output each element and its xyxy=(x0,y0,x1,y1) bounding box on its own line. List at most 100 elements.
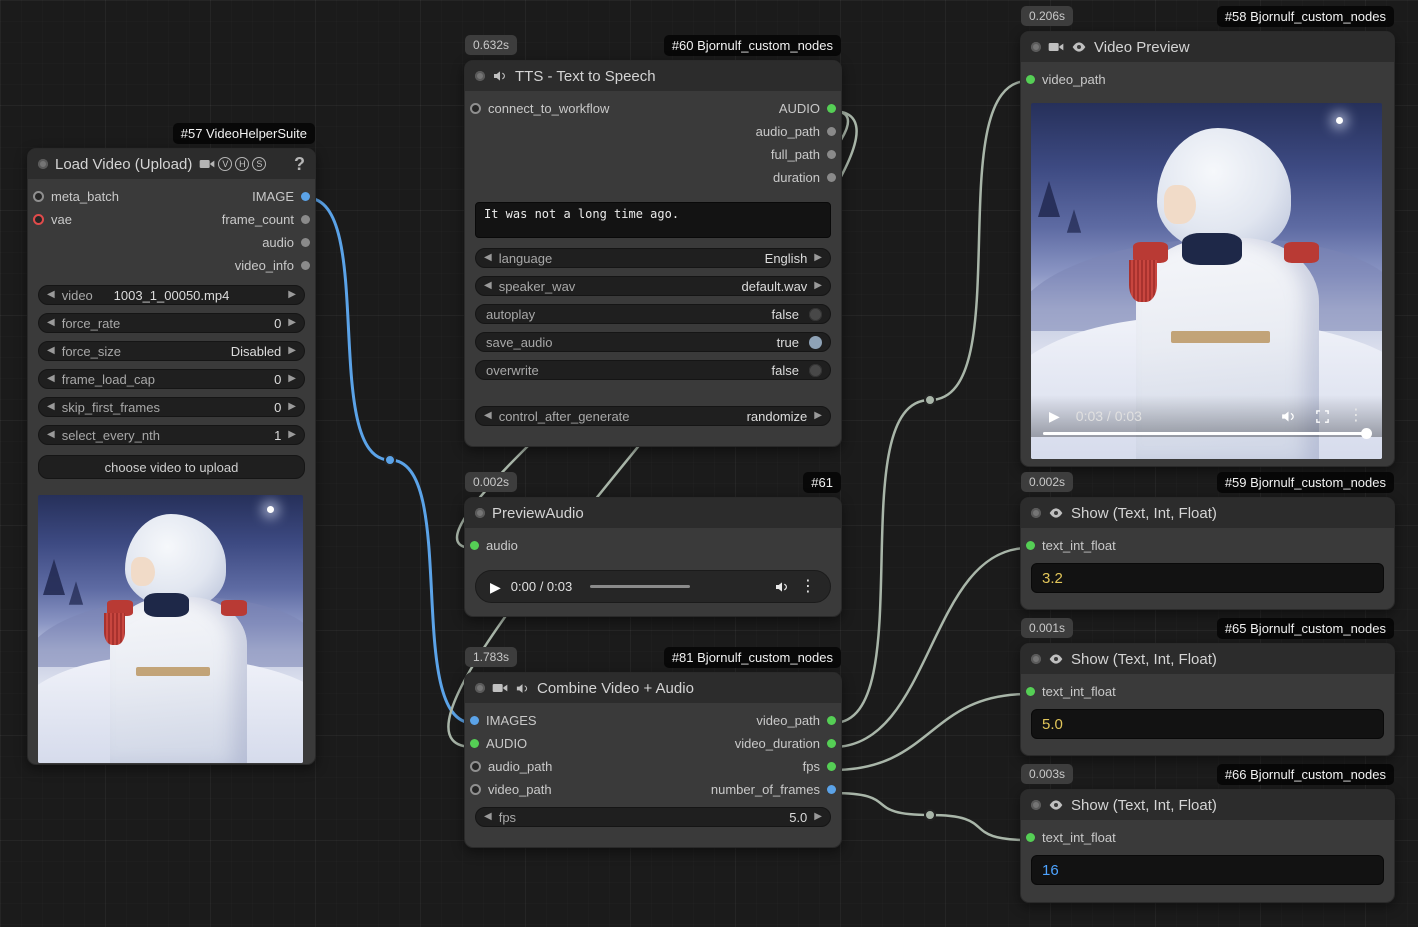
input-port-audio[interactable] xyxy=(470,739,479,748)
show-value-display[interactable]: 3.2 xyxy=(1031,563,1384,593)
input-port-video-path[interactable] xyxy=(470,784,481,795)
output-port-duration[interactable] xyxy=(827,173,836,182)
play-button[interactable]: ▶ xyxy=(490,580,501,594)
node-combine-video-audio[interactable]: 1.783s #81 Bjornulf_custom_nodes Combine… xyxy=(464,672,842,848)
input-port-images[interactable] xyxy=(470,716,479,725)
output-port-image[interactable] xyxy=(301,192,310,201)
choose-video-button[interactable]: choose video to upload xyxy=(38,455,305,479)
input-port-vae[interactable] xyxy=(33,214,44,225)
increment-arrow-icon[interactable]: ▶ xyxy=(814,812,822,822)
increment-arrow-icon[interactable]: ▶ xyxy=(814,281,822,291)
widget-overwrite[interactable]: overwrite false xyxy=(475,360,831,380)
decrement-arrow-icon[interactable]: ◀ xyxy=(47,290,55,300)
increment-arrow-icon[interactable]: ▶ xyxy=(288,430,296,440)
audio-menu-icon[interactable]: ⋮ xyxy=(800,579,816,595)
node-header[interactable]: Show (Text, Int, Float) xyxy=(1021,644,1394,674)
toggle-knob[interactable] xyxy=(809,364,822,377)
volume-icon[interactable] xyxy=(1280,408,1297,425)
toggle-knob[interactable] xyxy=(809,308,822,321)
video-progress-bar[interactable] xyxy=(1043,432,1370,435)
input-port-audio[interactable] xyxy=(470,541,479,550)
output-port-video-duration[interactable] xyxy=(827,739,836,748)
node-preview-audio[interactable]: 0.002s #61 PreviewAudio audio ▶ 0:00 / 0… xyxy=(464,497,842,617)
play-button[interactable]: ▶ xyxy=(1049,409,1060,423)
reroute-dot-videopath[interactable] xyxy=(925,395,935,405)
widget-control-after-generate[interactable]: ◀ control_after_generate randomize ▶ xyxy=(475,406,831,426)
widget-select-every-nth[interactable]: ◀ select_every_nth 1 ▶ xyxy=(38,425,305,445)
widget-frame-load-cap[interactable]: ◀ frame_load_cap 0 ▶ xyxy=(38,369,305,389)
node-header[interactable]: Show (Text, Int, Float) xyxy=(1021,498,1394,528)
node-show-66[interactable]: 0.003s #66 Bjornulf_custom_nodes Show (T… xyxy=(1020,789,1395,903)
widget-autoplay[interactable]: autoplay false xyxy=(475,304,831,324)
reroute-dot-frames[interactable] xyxy=(925,810,935,820)
decrement-arrow-icon[interactable]: ◀ xyxy=(47,402,55,412)
increment-arrow-icon[interactable]: ▶ xyxy=(814,411,822,421)
decrement-arrow-icon[interactable]: ◀ xyxy=(47,318,55,328)
video-player[interactable]: ▶ 0:03 / 0:03 ⋮ xyxy=(1031,103,1382,459)
collapse-dot[interactable] xyxy=(1031,800,1041,810)
output-port-audio[interactable] xyxy=(827,104,836,113)
widget-force-size[interactable]: ◀ force_size Disabled ▶ xyxy=(38,341,305,361)
node-video-preview[interactable]: 0.206s #58 Bjornulf_custom_nodes Video P… xyxy=(1020,31,1395,467)
widget-fps[interactable]: ◀ fps 5.0 ▶ xyxy=(475,807,831,827)
input-port-connect-to-workflow[interactable] xyxy=(470,103,481,114)
node-graph-canvas[interactable]: #57 VideoHelperSuite Load Video (Upload)… xyxy=(0,0,1418,927)
collapse-dot[interactable] xyxy=(475,71,485,81)
toggle-knob[interactable] xyxy=(809,336,822,349)
decrement-arrow-icon[interactable]: ◀ xyxy=(484,411,492,421)
node-header[interactable]: TTS - Text to Speech xyxy=(465,61,841,91)
collapse-dot[interactable] xyxy=(38,159,48,169)
widget-force-rate[interactable]: ◀ force_rate 0 ▶ xyxy=(38,313,305,333)
node-header[interactable]: PreviewAudio xyxy=(465,498,841,528)
decrement-arrow-icon[interactable]: ◀ xyxy=(47,346,55,356)
node-header[interactable]: Video Preview xyxy=(1021,32,1394,62)
output-port-frame-count[interactable] xyxy=(301,215,310,224)
video-progress-thumb[interactable] xyxy=(1361,428,1372,439)
decrement-arrow-icon[interactable]: ◀ xyxy=(484,253,492,263)
show-value-display[interactable]: 5.0 xyxy=(1031,709,1384,739)
node-header[interactable]: Combine Video + Audio xyxy=(465,673,841,703)
decrement-arrow-icon[interactable]: ◀ xyxy=(47,374,55,384)
widget-language[interactable]: ◀ language English ▶ xyxy=(475,248,831,268)
increment-arrow-icon[interactable]: ▶ xyxy=(288,318,296,328)
widget-video[interactable]: ◀ video 1003_1_00050.mp4 ▶ xyxy=(38,285,305,305)
node-tts[interactable]: 0.632s #60 Bjornulf_custom_nodes TTS - T… xyxy=(464,60,842,447)
widget-save-audio[interactable]: save_audio true xyxy=(475,332,831,352)
widget-speaker-wav[interactable]: ◀ speaker_wav default.wav ▶ xyxy=(475,276,831,296)
help-icon[interactable]: ? xyxy=(294,154,305,175)
input-port-meta-batch[interactable] xyxy=(33,191,44,202)
input-port-audio-path[interactable] xyxy=(470,761,481,772)
increment-arrow-icon[interactable]: ▶ xyxy=(288,374,296,384)
node-show-65[interactable]: 0.001s #65 Bjornulf_custom_nodes Show (T… xyxy=(1020,643,1395,756)
node-show-59[interactable]: 0.002s #59 Bjornulf_custom_nodes Show (T… xyxy=(1020,497,1395,610)
input-port-video-path[interactable] xyxy=(1026,75,1035,84)
decrement-arrow-icon[interactable]: ◀ xyxy=(47,430,55,440)
video-menu-icon[interactable]: ⋮ xyxy=(1348,408,1364,424)
input-port-text-int-float[interactable] xyxy=(1026,833,1035,842)
volume-icon[interactable] xyxy=(774,579,790,595)
show-value-display[interactable]: 16 xyxy=(1031,855,1384,885)
collapse-dot[interactable] xyxy=(475,683,485,693)
output-port-video-info[interactable] xyxy=(301,261,310,270)
audio-player[interactable]: ▶ 0:00 / 0:03 ⋮ xyxy=(475,570,831,603)
tts-text-input[interactable]: It was not a long time ago. xyxy=(475,202,831,238)
output-port-fps[interactable] xyxy=(827,762,836,771)
output-port-audio[interactable] xyxy=(301,238,310,247)
collapse-dot[interactable] xyxy=(475,508,485,518)
fullscreen-icon[interactable] xyxy=(1315,409,1330,424)
node-load-video[interactable]: #57 VideoHelperSuite Load Video (Upload)… xyxy=(27,148,316,765)
increment-arrow-icon[interactable]: ▶ xyxy=(288,402,296,412)
node-header[interactable]: Load Video (Upload) V H S ? xyxy=(28,149,315,179)
collapse-dot[interactable] xyxy=(1031,42,1041,52)
collapse-dot[interactable] xyxy=(1031,654,1041,664)
output-port-full-path[interactable] xyxy=(827,150,836,159)
audio-seek-slider[interactable] xyxy=(590,585,690,588)
collapse-dot[interactable] xyxy=(1031,508,1041,518)
input-port-text-int-float[interactable] xyxy=(1026,687,1035,696)
increment-arrow-icon[interactable]: ▶ xyxy=(288,290,296,300)
decrement-arrow-icon[interactable]: ◀ xyxy=(484,812,492,822)
reroute-dot-image[interactable] xyxy=(385,455,395,465)
decrement-arrow-icon[interactable]: ◀ xyxy=(484,281,492,291)
increment-arrow-icon[interactable]: ▶ xyxy=(814,253,822,263)
widget-skip-first-frames[interactable]: ◀ skip_first_frames 0 ▶ xyxy=(38,397,305,417)
